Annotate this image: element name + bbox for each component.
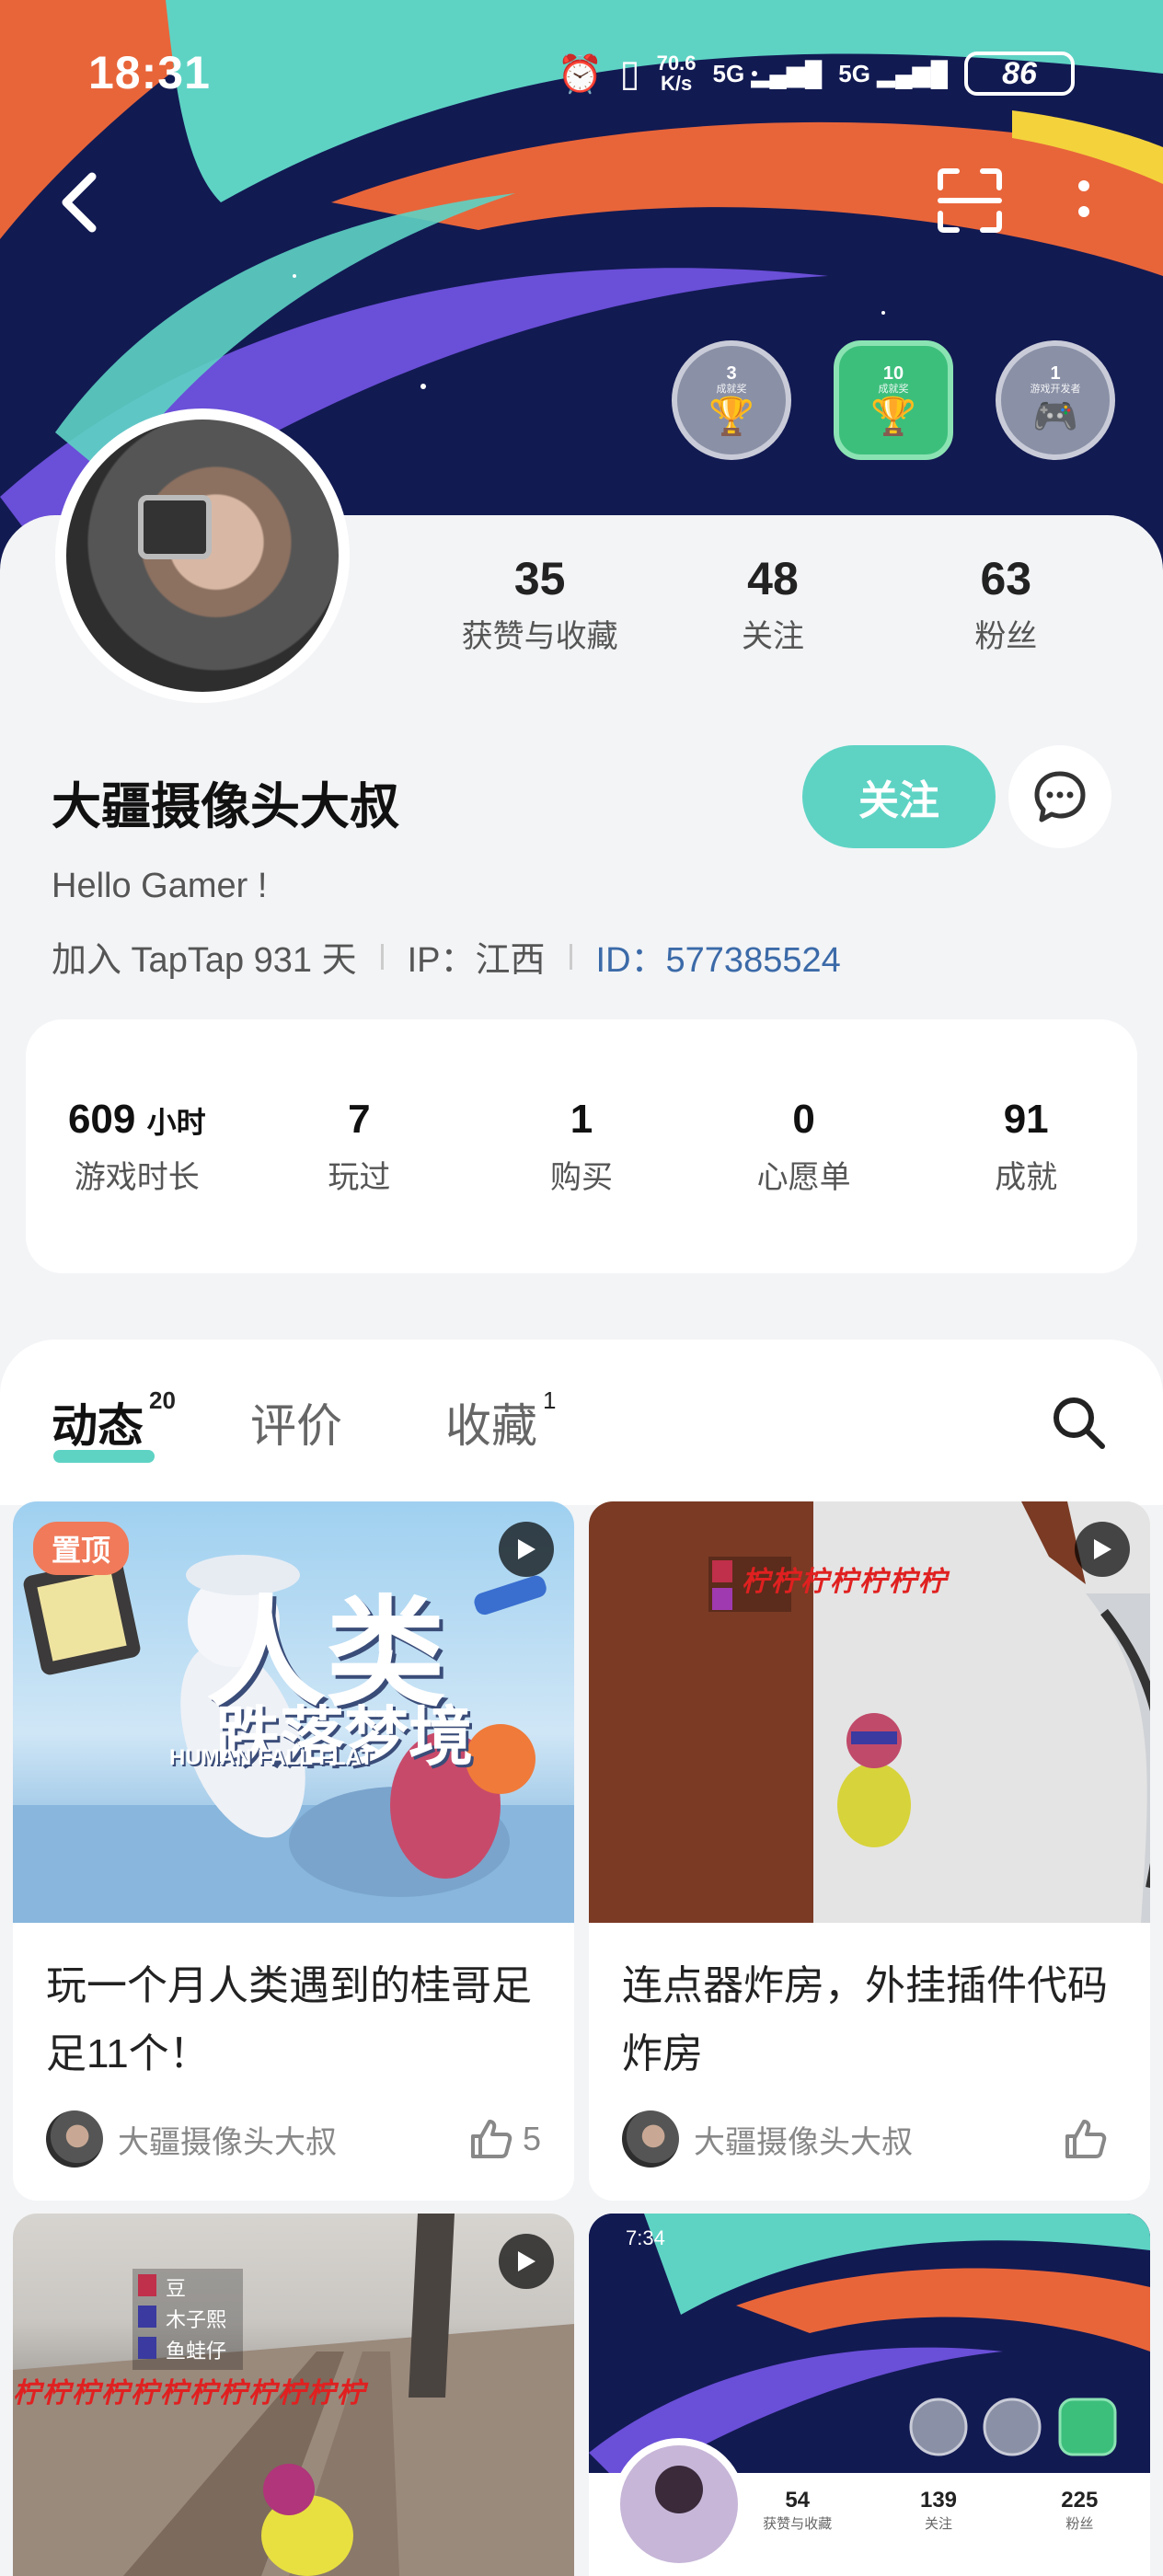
signal-5g-1: 5G ▂▄▆█ — [712, 59, 823, 87]
game-stats-card: 609 小时 游戏时长 7 玩过 1 购买 0 心愿单 91 成就 — [26, 1019, 1137, 1273]
thumbs-up-icon — [1065, 2120, 1107, 2158]
ip-location: IP：江西 — [407, 941, 546, 980]
network-speed: 70.6 K/s — [656, 52, 697, 95]
post-title: 玩一个月人类遇到的桂哥足足11个！ — [46, 1963, 532, 2076]
join-days: 加入 TapTap 931 天 — [52, 941, 357, 980]
status-bar: 18:31 ⏰ ▯ 70.6 K/s 5G ▂▄▆█ 5G ▂▄▆█ 86 — [0, 37, 1163, 110]
player-name: 鱼蛙仔 — [166, 2340, 227, 2363]
badge-gamepad[interactable]: 1 游戏开发者 🎮 — [996, 340, 1115, 460]
badge-trophy-bronze[interactable]: 3 成就奖 🏆 — [672, 340, 791, 460]
username: 大疆摄像头大叔 — [52, 779, 399, 834]
post-card[interactable]: 柠柠柠柠柠柠柠 连点器炸房，外挂插件代码炸房 大疆摄像头大叔 — [589, 1501, 1150, 2201]
post-cover: 柠柠柠柠柠柠柠 — [589, 1501, 1150, 1923]
play-icon — [499, 1522, 554, 1577]
social-stats: 35 获赞与收藏 48 关注 63 粉丝 — [423, 552, 1123, 656]
back-icon[interactable] — [52, 166, 107, 239]
post-title: 连点器炸房，外挂插件代码炸房 — [622, 1963, 1108, 2076]
alarm-icon: ⏰ — [557, 53, 604, 95]
pinned-badge: 置顶 — [33, 1522, 130, 1575]
stat-playtime[interactable]: 609 小时 游戏时长 — [26, 1097, 248, 1197]
author-avatar[interactable] — [46, 2110, 103, 2168]
profile-meta: 加入 TapTap 931 天 IP：江西 ID：577385524 — [52, 931, 841, 982]
player-name: 豆 — [166, 2277, 187, 2300]
play-icon — [1075, 1522, 1130, 1577]
battery-indicator: 86 — [964, 52, 1075, 96]
avatar[interactable] — [55, 408, 350, 703]
avatar-photo — [66, 420, 339, 692]
gamepad-icon: 🎮 — [1032, 396, 1078, 437]
spam-text: 柠柠柠柠柠柠柠 — [742, 1567, 948, 1597]
thumbs-up-icon — [470, 2120, 512, 2158]
status-time: 18:31 — [88, 47, 211, 98]
author-avatar[interactable] — [622, 2110, 679, 2168]
author-name[interactable]: 大疆摄像头大叔 — [694, 2117, 1064, 2162]
like-button[interactable]: 5 — [469, 2118, 541, 2160]
stat-played[interactable]: 7 玩过 — [248, 1097, 471, 1197]
inner-status-time: 7:34 — [626, 2226, 665, 2249]
stat-followers[interactable]: 63 粉丝 — [890, 552, 1123, 656]
trophy-icon: 🏆 — [870, 396, 916, 437]
vibrate-icon: ▯ — [619, 53, 640, 94]
post-footer: 大疆摄像头大叔 5 — [46, 2110, 541, 2168]
post-card[interactable]: 7:34 54 获赞与收藏 139 关注 225 粉丝 — [589, 2214, 1150, 2576]
stat-purchased[interactable]: 1 购买 — [470, 1097, 693, 1197]
post-cover: 7:34 54 获赞与收藏 139 关注 225 粉丝 — [589, 2214, 1150, 2576]
tab-posts[interactable]: 动态 20 — [52, 1386, 176, 1455]
chat-icon — [1034, 771, 1086, 822]
play-icon — [499, 2234, 554, 2289]
user-id[interactable]: ID：577385524 — [596, 931, 841, 982]
inner-stats: 54 获赞与收藏 139 关注 225 粉丝 — [763, 2488, 1099, 2532]
more-icon[interactable] — [1067, 175, 1100, 230]
tab-reviews[interactable]: 评价 — [250, 1389, 342, 1455]
cover-title-en: HUMAN FALL FLAT — [169, 1745, 374, 1770]
post-cover: 人类 跌落梦境 HUMAN FALL FLAT 置顶 — [13, 1501, 574, 1923]
stat-achievements[interactable]: 91 成就 — [915, 1097, 1137, 1197]
status-icons: ⏰ ▯ 70.6 K/s 5G ▂▄▆█ 5G ▂▄▆█ 86 — [558, 46, 1075, 101]
spam-text: 柠柠柠柠柠柠柠柠柠柠柠柠 — [13, 2378, 366, 2409]
like-button[interactable] — [1064, 2118, 1117, 2160]
search-icon[interactable] — [1049, 1393, 1108, 1452]
profile-bio: Hello Gamer ! — [52, 867, 268, 905]
post-card[interactable]: 人类 跌落梦境 HUMAN FALL FLAT 置顶 玩一个月人类遇到的桂哥足足… — [13, 1501, 574, 2201]
stat-wishlist[interactable]: 0 心愿单 — [693, 1097, 915, 1197]
follow-button[interactable]: 关注 — [802, 745, 996, 848]
badge-trophy-green[interactable]: 10 成就奖 🏆 — [834, 340, 953, 460]
message-button[interactable] — [1008, 745, 1111, 848]
player-name: 木子熙 — [166, 2308, 227, 2331]
tab-favorites[interactable]: 收藏 1 — [445, 1386, 556, 1455]
post-cover: 豆 木子熙 鱼蛙仔 柠柠柠柠柠柠柠柠柠柠柠柠 — [13, 2214, 574, 2576]
trophy-icon: 🏆 — [708, 396, 754, 437]
scan-icon[interactable] — [935, 166, 1005, 236]
stat-following[interactable]: 48 关注 — [656, 552, 889, 656]
achievement-badges: 3 成就奖 🏆 10 成就奖 🏆 1 游戏开发者 🎮 — [672, 340, 1115, 460]
post-card[interactable]: 豆 木子熙 鱼蛙仔 柠柠柠柠柠柠柠柠柠柠柠柠 — [13, 2214, 574, 2576]
author-name[interactable]: 大疆摄像头大叔 — [118, 2117, 469, 2162]
post-footer: 大疆摄像头大叔 — [622, 2110, 1117, 2168]
stat-likes[interactable]: 35 获赞与收藏 — [423, 552, 656, 656]
signal-5g-2: 5G ▂▄▆█ — [838, 59, 948, 87]
